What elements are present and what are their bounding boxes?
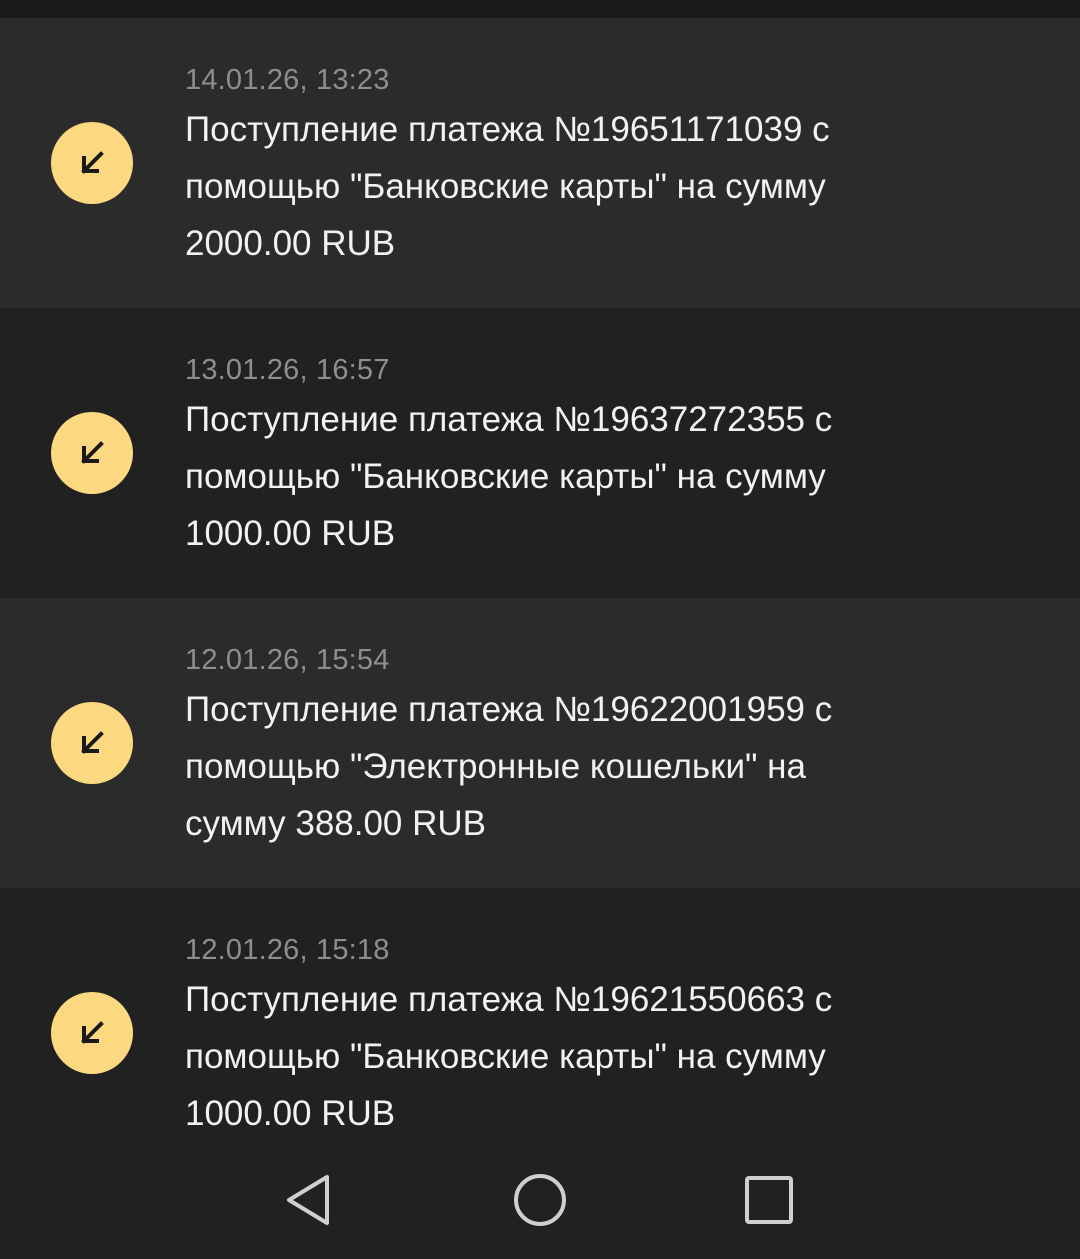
transaction-description: Поступление платежа №19621550663 с помощ… [185,971,945,1142]
transaction-item[interactable]: 12.01.26, 15:54 Поступление платежа №196… [0,598,1080,888]
transaction-item[interactable]: 13.01.26, 16:57 Поступление платежа №196… [0,308,1080,598]
description-line: помощью "Банковские карты" на сумму [185,1037,826,1076]
description-line: сумму 388.00 RUB [185,804,487,843]
transaction-description: Поступление платежа №19637272355 с помощ… [185,391,945,562]
screen: 14.01.26, 13:23 Поступление платежа №196… [0,0,1080,1259]
transaction-item[interactable]: 12.01.26, 15:18 Поступление платежа №196… [0,888,1080,1178]
arrow-down-left-icon [51,122,133,204]
transaction-description: Поступление платежа №19651171039 с помощ… [185,101,945,272]
transaction-datetime: 13.01.26, 16:57 [185,354,390,386]
description-line: помощью "Банковские карты" на сумму [185,167,826,206]
transaction-description: Поступление платежа №19622001959 с помощ… [185,681,945,852]
description-line: Поступление платежа №19622001959 с [185,690,833,729]
top-strip [0,0,1080,18]
arrow-down-left-icon [51,702,133,784]
description-line: 2000.00 RUB [185,224,396,263]
description-line: 1000.00 RUB [185,514,396,553]
home-circle-icon[interactable] [510,1170,570,1230]
arrow-down-left-icon [51,992,133,1074]
transaction-datetime: 12.01.26, 15:18 [185,934,390,966]
description-line: помощью "Электронные кошельки" на [185,747,806,786]
transaction-item[interactable]: 14.01.26, 13:23 Поступление платежа №196… [0,18,1080,308]
transaction-list[interactable]: 14.01.26, 13:23 Поступление платежа №196… [0,18,1080,1178]
description-line: Поступление платежа №19651171039 с [185,110,830,149]
arrow-down-left-icon [51,412,133,494]
description-line: Поступление платежа №19621550663 с [185,980,833,1019]
transaction-datetime: 14.01.26, 13:23 [185,64,390,96]
system-navigation-bar [0,1140,1080,1259]
description-line: 1000.00 RUB [185,1094,396,1133]
recents-square-icon[interactable] [739,1170,799,1230]
description-line: Поступление платежа №19637272355 с [185,400,833,439]
description-line: помощью "Банковские карты" на сумму [185,457,826,496]
transaction-datetime: 12.01.26, 15:54 [185,644,390,676]
back-triangle-icon[interactable] [278,1170,338,1230]
